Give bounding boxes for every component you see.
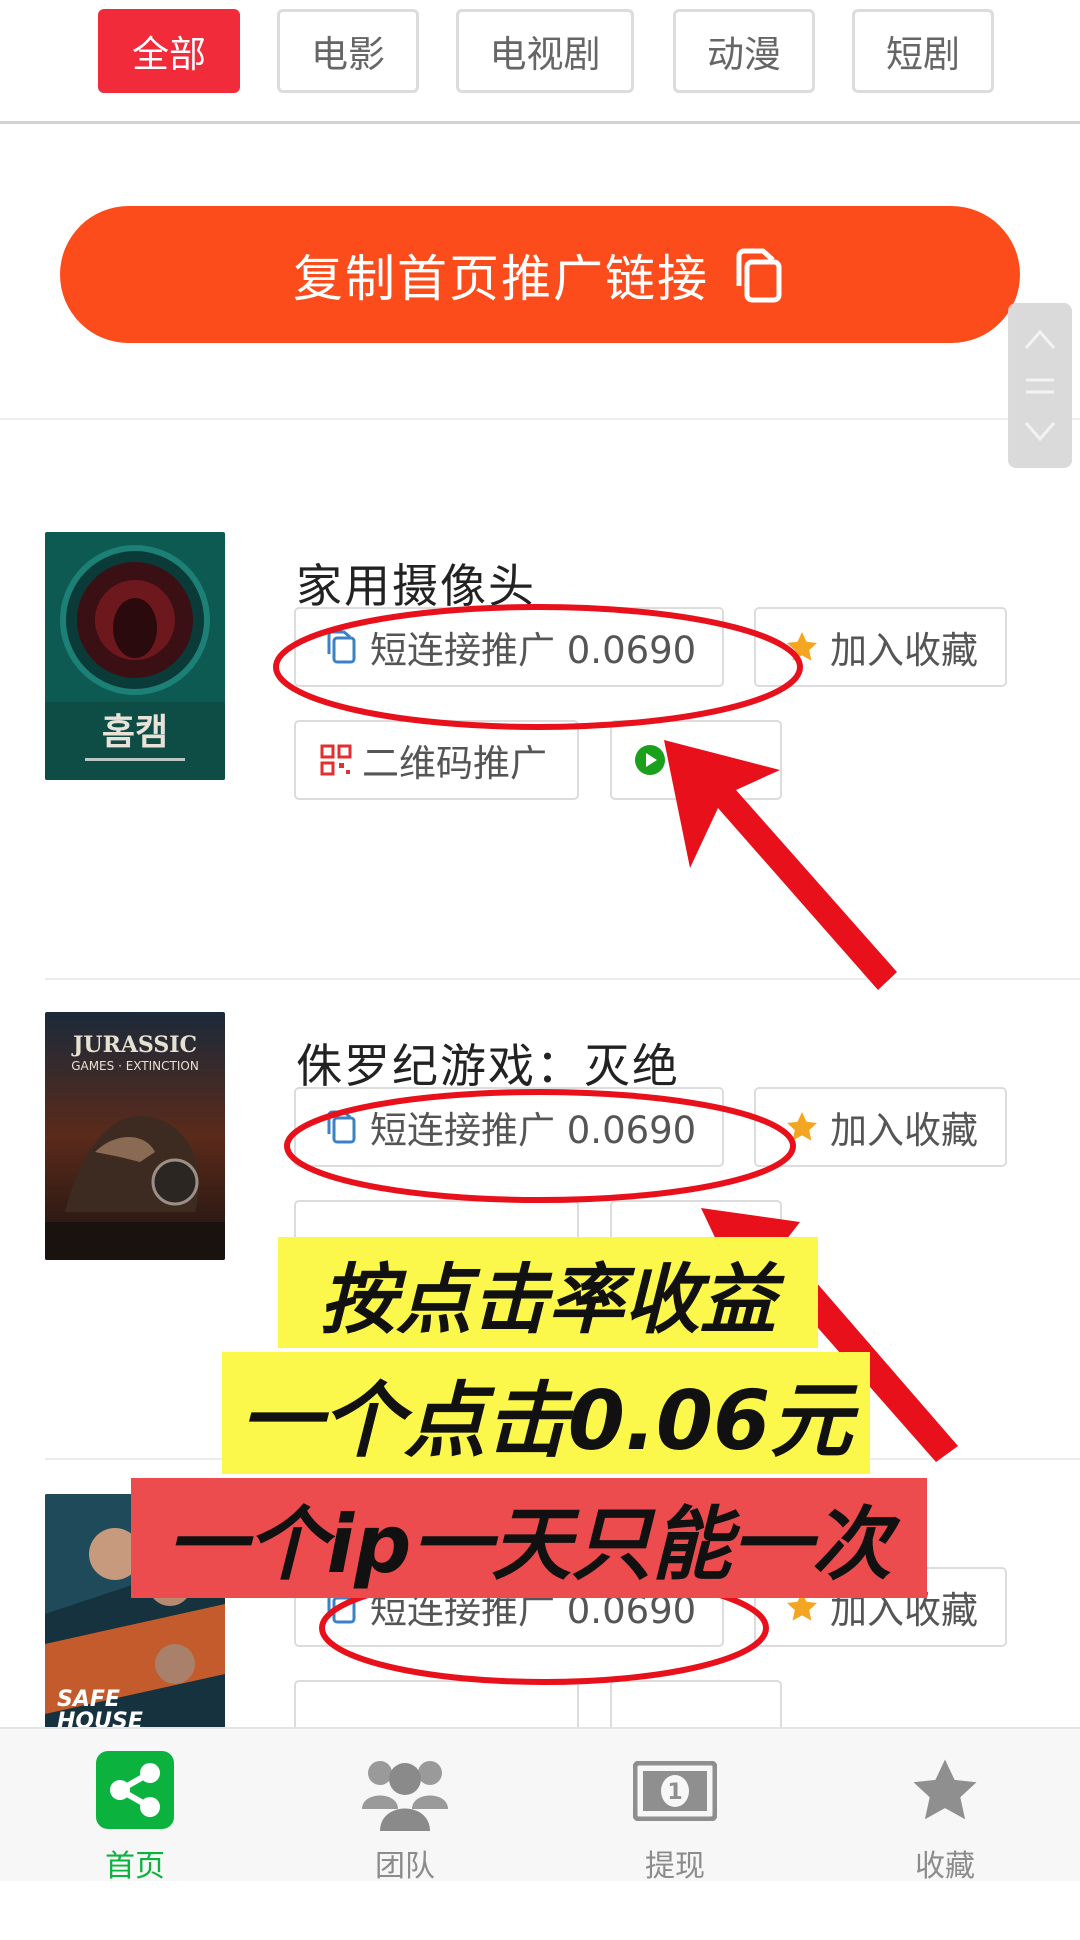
team-icon: [362, 1751, 448, 1831]
category-short-drama-button[interactable]: 短剧: [852, 9, 994, 93]
short-link-promo-label: 短连接推广 0.0690: [370, 1109, 697, 1152]
tab-home[interactable]: 首页: [0, 1729, 270, 1884]
caption-price-per-click: 一个点击0.06元: [222, 1352, 870, 1474]
category-filter-bar: 全部 电影 电视剧 动漫 短剧: [0, 0, 1080, 124]
copy-icon: [322, 628, 360, 666]
star-icon: [902, 1751, 988, 1831]
add-favorite-button[interactable]: 加入收藏: [754, 1087, 1007, 1167]
qr-code-promo-button[interactable]: 二维码推广: [294, 720, 579, 800]
short-link-promo-button[interactable]: 短连接推广 0.0690: [294, 607, 724, 687]
star-icon: [784, 1109, 820, 1145]
qr-code-promo-label: 二维码推广: [362, 742, 547, 785]
movie-list-item: 홈캠 家用摄像头 短连接推广 0.0690 加入收藏 二维码推广: [0, 500, 1080, 980]
tab-team[interactable]: 团队: [270, 1729, 540, 1884]
qr-code-icon: [320, 744, 352, 776]
category-all-button[interactable]: 全部: [98, 9, 240, 93]
short-link-promo-label: 短连接推广 0.0690: [370, 629, 697, 672]
svg-text:1: 1: [667, 1780, 682, 1805]
copy-homepage-link-label: 复制首页推广链接: [293, 249, 709, 308]
scroll-menu-icon: [1026, 378, 1054, 394]
copy-icon: [729, 246, 787, 304]
caption-click-revenue: 按点击率收益: [278, 1237, 818, 1348]
scroll-control[interactable]: [1008, 303, 1072, 468]
copy-homepage-link-button[interactable]: 复制首页推广链接: [60, 206, 1020, 343]
tab-team-label: 团队: [375, 1849, 435, 1884]
withdraw-icon: 1: [632, 1751, 718, 1831]
scroll-down-icon[interactable]: [1024, 422, 1056, 442]
caption-one-per-ip: 一个ip一天只能一次: [131, 1478, 927, 1598]
bottom-tab-bar: 首页 团队 1 提现 收藏: [0, 1727, 1080, 1884]
movie-poster[interactable]: JURASSIC GAMES · EXTINCTION: [45, 1012, 225, 1260]
category-anime-button[interactable]: 动漫: [673, 9, 815, 93]
tab-withdraw-label: 提现: [645, 1849, 705, 1884]
add-favorite-button[interactable]: 加入收藏: [754, 607, 1007, 687]
star-icon: [784, 629, 820, 665]
add-favorite-label: 加入收藏: [830, 1109, 978, 1152]
movie-poster[interactable]: 홈캠: [45, 532, 225, 780]
scroll-up-icon[interactable]: [1024, 329, 1056, 349]
play-button[interactable]: [610, 720, 782, 800]
short-link-promo-button[interactable]: 短连接推广 0.0690: [294, 1087, 724, 1167]
tab-withdraw[interactable]: 1 提现: [540, 1729, 810, 1884]
category-movie-button[interactable]: 电影: [277, 9, 419, 93]
share-icon: [92, 1751, 178, 1831]
poster-subtitle-text: GAMES · EXTINCTION: [71, 1059, 199, 1073]
tab-home-label: 首页: [105, 1849, 165, 1884]
play-icon: [634, 744, 666, 776]
section-divider: [0, 418, 1080, 420]
category-tv-button[interactable]: 电视剧: [456, 9, 634, 93]
copy-icon: [322, 1108, 360, 1146]
poster-title-text: JURASSIC: [71, 1032, 197, 1058]
poster-title-text: 홈캠: [102, 712, 168, 753]
add-favorite-label: 加入收藏: [830, 629, 978, 672]
tab-favorites[interactable]: 收藏: [810, 1729, 1080, 1884]
tab-favorites-label: 收藏: [915, 1849, 975, 1884]
